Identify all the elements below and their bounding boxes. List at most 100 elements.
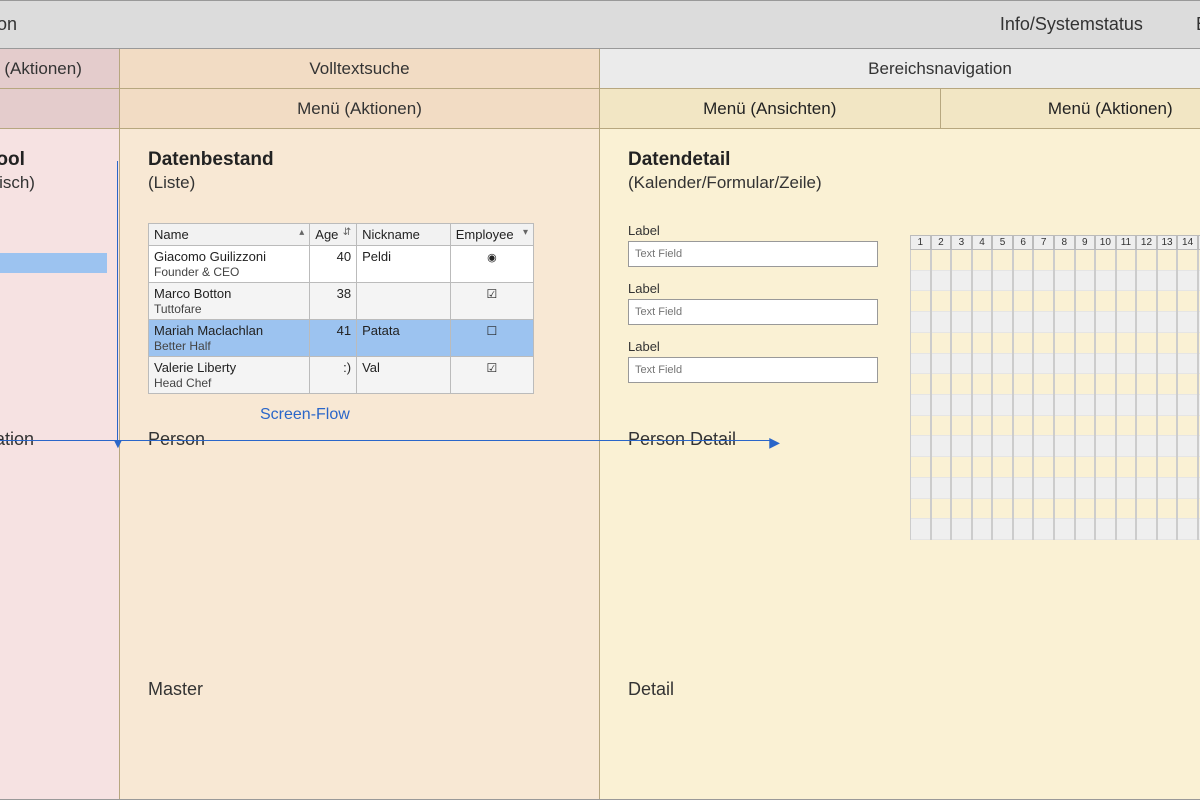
cal-day-column[interactable] — [1095, 250, 1116, 540]
cal-cell[interactable] — [932, 354, 951, 375]
cal-cell[interactable] — [1158, 519, 1177, 540]
cal-cell[interactable] — [1096, 250, 1115, 271]
cal-cell[interactable] — [1178, 250, 1197, 271]
cal-cell[interactable] — [911, 478, 930, 499]
cal-cell[interactable] — [1096, 436, 1115, 457]
cal-cell[interactable] — [911, 436, 930, 457]
cal-day-column[interactable] — [1116, 250, 1137, 540]
cal-cell[interactable] — [1076, 519, 1095, 540]
cal-cell[interactable] — [1117, 436, 1136, 457]
cal-cell[interactable] — [952, 457, 971, 478]
cal-cell[interactable] — [1117, 519, 1136, 540]
cal-cell[interactable] — [1014, 436, 1033, 457]
cal-cell[interactable] — [1117, 457, 1136, 478]
cal-cell[interactable] — [1014, 333, 1033, 354]
employee-toggle-icon[interactable] — [486, 286, 497, 301]
cal-cell[interactable] — [1055, 374, 1074, 395]
cal-cell[interactable] — [973, 519, 992, 540]
cal-cell[interactable] — [1158, 354, 1177, 375]
cal-cell[interactable] — [932, 250, 951, 271]
cal-cell[interactable] — [1034, 250, 1053, 271]
cal-cell[interactable] — [911, 291, 930, 312]
cal-day-header[interactable]: 1 — [910, 235, 931, 250]
cal-cell[interactable] — [1178, 312, 1197, 333]
cal-cell[interactable] — [1178, 374, 1197, 395]
cal-cell[interactable] — [993, 499, 1012, 520]
cal-day-column[interactable] — [1054, 250, 1075, 540]
cal-cell[interactable] — [993, 250, 1012, 271]
cal-cell[interactable] — [973, 250, 992, 271]
cal-cell[interactable] — [1178, 478, 1197, 499]
cal-cell[interactable] — [1034, 478, 1053, 499]
cal-cell[interactable] — [1117, 374, 1136, 395]
cal-cell[interactable] — [1076, 395, 1095, 416]
cal-cell[interactable] — [1096, 457, 1115, 478]
cal-cell[interactable] — [1034, 436, 1053, 457]
cal-cell[interactable] — [1034, 416, 1053, 437]
cal-cell[interactable] — [952, 250, 971, 271]
cal-cell[interactable] — [1096, 312, 1115, 333]
cal-cell[interactable] — [993, 436, 1012, 457]
tree-item[interactable]: Ebene 2 — [0, 305, 107, 325]
cal-cell[interactable] — [1034, 312, 1053, 333]
cal-day-header[interactable]: 10 — [1095, 235, 1116, 250]
text-field[interactable] — [628, 299, 878, 325]
cal-cell[interactable] — [1137, 395, 1156, 416]
cal-cell[interactable] — [1178, 395, 1197, 416]
cal-cell[interactable] — [1055, 271, 1074, 292]
col-name[interactable]: Name▴ — [149, 224, 310, 246]
cal-cell[interactable] — [1055, 250, 1074, 271]
area-navigation[interactable]: Bereichsnavigation — [600, 49, 1200, 88]
cal-cell[interactable] — [1055, 499, 1074, 520]
col-nickname[interactable]: Nickname — [357, 224, 451, 246]
cal-cell[interactable] — [973, 312, 992, 333]
menu-actions-a[interactable]: Menü (Aktionen) — [0, 49, 120, 88]
col-employee[interactable]: Employee▾ — [450, 224, 533, 246]
cal-cell[interactable] — [1117, 416, 1136, 437]
cal-cell[interactable] — [1055, 436, 1074, 457]
table-row[interactable]: Marco BottonTuttofare38 — [149, 283, 534, 320]
cell-employee[interactable] — [450, 320, 533, 357]
cal-cell[interactable] — [1076, 271, 1095, 292]
cal-cell[interactable] — [932, 333, 951, 354]
cal-cell[interactable] — [952, 478, 971, 499]
col-age[interactable]: Age⇵ — [310, 224, 357, 246]
cal-cell[interactable] — [1076, 457, 1095, 478]
cal-cell[interactable] — [1076, 354, 1095, 375]
calendar-grid[interactable]: 123456789101112131415161718 — [910, 235, 1200, 540]
cal-cell[interactable] — [1117, 354, 1136, 375]
cal-cell[interactable] — [1158, 291, 1177, 312]
cal-cell[interactable] — [1178, 271, 1197, 292]
cal-cell[interactable] — [1137, 436, 1156, 457]
cal-cell[interactable] — [952, 291, 971, 312]
cal-cell[interactable] — [1158, 374, 1177, 395]
cal-cell[interactable] — [1117, 333, 1136, 354]
cal-day-header[interactable]: 11 — [1116, 235, 1137, 250]
cal-cell[interactable] — [952, 354, 971, 375]
cal-cell[interactable] — [932, 519, 951, 540]
cal-cell[interactable] — [1034, 291, 1053, 312]
cal-cell[interactable] — [1034, 499, 1053, 520]
cal-cell[interactable] — [1158, 499, 1177, 520]
cal-cell[interactable] — [973, 478, 992, 499]
cal-cell[interactable] — [1158, 333, 1177, 354]
cell-employee[interactable] — [450, 357, 533, 394]
cal-cell[interactable] — [1034, 457, 1053, 478]
cal-cell[interactable] — [1014, 354, 1033, 375]
cal-cell[interactable] — [1158, 416, 1177, 437]
cal-cell[interactable] — [932, 312, 951, 333]
cal-cell[interactable] — [911, 395, 930, 416]
cal-cell[interactable] — [952, 436, 971, 457]
cal-cell[interactable] — [952, 374, 971, 395]
cal-cell[interactable] — [1137, 291, 1156, 312]
cal-cell[interactable] — [1076, 416, 1095, 437]
cal-cell[interactable] — [932, 416, 951, 437]
cal-cell[interactable] — [932, 395, 951, 416]
cal-cell[interactable] — [1096, 519, 1115, 540]
cal-day-column[interactable] — [1075, 250, 1096, 540]
cal-day-header[interactable]: 13 — [1157, 235, 1178, 250]
cal-cell[interactable] — [1076, 312, 1095, 333]
cal-cell[interactable] — [993, 519, 1012, 540]
cal-day-header[interactable]: 12 — [1136, 235, 1157, 250]
cal-cell[interactable] — [952, 333, 971, 354]
